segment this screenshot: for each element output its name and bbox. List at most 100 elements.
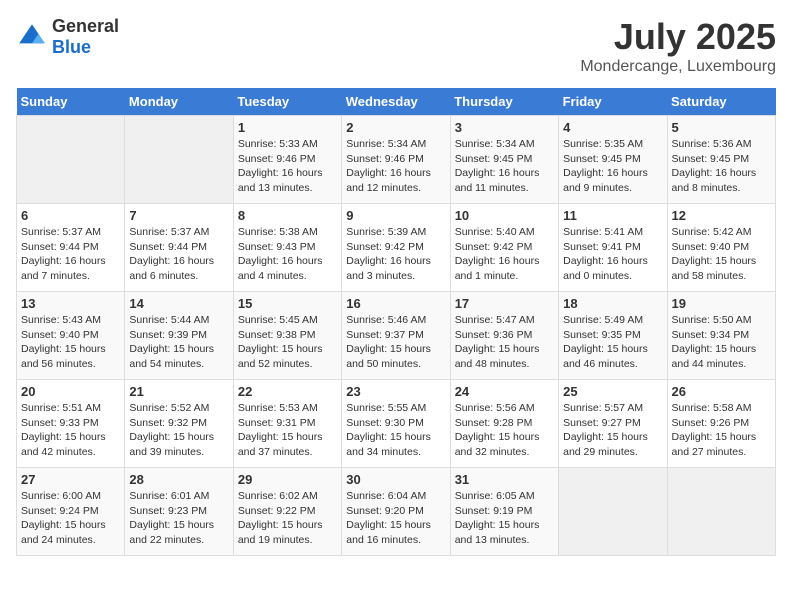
day-info: Sunrise: 5:56 AMSunset: 9:28 PMDaylight:…	[455, 401, 554, 460]
day-info: Sunrise: 6:05 AMSunset: 9:19 PMDaylight:…	[455, 489, 554, 548]
day-info: Sunrise: 5:34 AMSunset: 9:46 PMDaylight:…	[346, 137, 445, 196]
calendar-week-row: 6 Sunrise: 5:37 AMSunset: 9:44 PMDaylight…	[17, 204, 776, 292]
day-number: 22	[238, 384, 337, 399]
calendar-cell: 29 Sunrise: 6:02 AMSunset: 9:22 PMDayligh…	[233, 468, 341, 556]
location-title: Mondercange, Luxembourg	[580, 58, 776, 76]
weekday-header: Tuesday	[233, 88, 341, 116]
day-number: 4	[563, 120, 662, 135]
calendar-cell: 8 Sunrise: 5:38 AMSunset: 9:43 PMDaylight…	[233, 204, 341, 292]
calendar-cell: 26 Sunrise: 5:58 AMSunset: 9:26 PMDayligh…	[667, 380, 775, 468]
day-number: 16	[346, 296, 445, 311]
day-number: 25	[563, 384, 662, 399]
calendar-cell: 31 Sunrise: 6:05 AMSunset: 9:19 PMDayligh…	[450, 468, 558, 556]
day-info: Sunrise: 5:53 AMSunset: 9:31 PMDaylight:…	[238, 401, 337, 460]
day-number: 15	[238, 296, 337, 311]
weekday-header: Wednesday	[342, 88, 450, 116]
day-number: 2	[346, 120, 445, 135]
day-number: 7	[129, 208, 228, 223]
calendar-week-row: 1 Sunrise: 5:33 AMSunset: 9:46 PMDaylight…	[17, 116, 776, 204]
calendar-cell	[667, 468, 775, 556]
day-info: Sunrise: 5:37 AMSunset: 9:44 PMDaylight:…	[129, 225, 228, 284]
calendar-cell: 18 Sunrise: 5:49 AMSunset: 9:35 PMDayligh…	[559, 292, 667, 380]
weekday-header: Friday	[559, 88, 667, 116]
day-info: Sunrise: 5:57 AMSunset: 9:27 PMDaylight:…	[563, 401, 662, 460]
calendar-cell	[17, 116, 125, 204]
calendar-cell: 2 Sunrise: 5:34 AMSunset: 9:46 PMDaylight…	[342, 116, 450, 204]
calendar-cell: 20 Sunrise: 5:51 AMSunset: 9:33 PMDayligh…	[17, 380, 125, 468]
calendar-cell: 28Sunrise: 6:01 AMSunset: 9:23 PMDayligh…	[125, 468, 233, 556]
calendar-cell: 25 Sunrise: 5:57 AMSunset: 9:27 PMDayligh…	[559, 380, 667, 468]
logo-general-text: General	[52, 16, 119, 36]
day-number: 29	[238, 472, 337, 487]
day-info: Sunrise: 5:38 AMSunset: 9:43 PMDaylight:…	[238, 225, 337, 284]
day-number: 14	[129, 296, 228, 311]
day-number: 18	[563, 296, 662, 311]
day-number: 8	[238, 208, 337, 223]
calendar-week-row: 20 Sunrise: 5:51 AMSunset: 9:33 PMDayligh…	[17, 380, 776, 468]
calendar-cell: 21Sunrise: 5:52 AMSunset: 9:32 PMDayligh…	[125, 380, 233, 468]
weekday-header: Monday	[125, 88, 233, 116]
calendar-cell: 9 Sunrise: 5:39 AMSunset: 9:42 PMDaylight…	[342, 204, 450, 292]
day-number: 12	[672, 208, 771, 223]
calendar-table: SundayMondayTuesdayWednesdayThursdayFrid…	[16, 88, 776, 556]
day-info: Sunrise: 5:44 AMSunset: 9:39 PMDaylight:…	[129, 313, 228, 372]
calendar-cell: 16 Sunrise: 5:46 AMSunset: 9:37 PMDayligh…	[342, 292, 450, 380]
day-number: 21	[129, 384, 228, 399]
logo-blue-text: Blue	[52, 37, 91, 57]
day-number: 26	[672, 384, 771, 399]
day-info: Sunrise: 5:33 AMSunset: 9:46 PMDaylight:…	[238, 137, 337, 196]
day-info: Sunrise: 5:41 AMSunset: 9:41 PMDaylight:…	[563, 225, 662, 284]
day-info: Sunrise: 6:00 AMSunset: 9:24 PMDaylight:…	[21, 489, 120, 548]
header: General Blue July 2025 Mondercange, Luxe…	[16, 16, 776, 76]
day-info: Sunrise: 5:36 AMSunset: 9:45 PMDaylight:…	[672, 137, 771, 196]
day-info: Sunrise: 5:49 AMSunset: 9:35 PMDaylight:…	[563, 313, 662, 372]
day-number: 31	[455, 472, 554, 487]
weekday-header: Sunday	[17, 88, 125, 116]
day-number: 27	[21, 472, 120, 487]
day-number: 3	[455, 120, 554, 135]
day-number: 17	[455, 296, 554, 311]
calendar-cell: 15 Sunrise: 5:45 AMSunset: 9:38 PMDayligh…	[233, 292, 341, 380]
day-info: Sunrise: 6:04 AMSunset: 9:20 PMDaylight:…	[346, 489, 445, 548]
logo: General Blue	[16, 16, 119, 58]
day-number: 6	[21, 208, 120, 223]
day-info: Sunrise: 5:47 AMSunset: 9:36 PMDaylight:…	[455, 313, 554, 372]
day-info: Sunrise: 5:51 AMSunset: 9:33 PMDaylight:…	[21, 401, 120, 460]
calendar-cell: 12Sunrise: 5:42 AMSunset: 9:40 PMDayligh…	[667, 204, 775, 292]
day-number: 19	[672, 296, 771, 311]
day-info: Sunrise: 5:35 AMSunset: 9:45 PMDaylight:…	[563, 137, 662, 196]
day-number: 13	[21, 296, 120, 311]
calendar-cell: 14 Sunrise: 5:44 AMSunset: 9:39 PMDayligh…	[125, 292, 233, 380]
day-info: Sunrise: 6:01 AMSunset: 9:23 PMDaylight:…	[129, 489, 228, 548]
month-title: July 2025	[580, 16, 776, 58]
calendar-cell: 5Sunrise: 5:36 AMSunset: 9:45 PMDaylight…	[667, 116, 775, 204]
day-number: 23	[346, 384, 445, 399]
day-info: Sunrise: 5:43 AMSunset: 9:40 PMDaylight:…	[21, 313, 120, 372]
day-info: Sunrise: 5:58 AMSunset: 9:26 PMDaylight:…	[672, 401, 771, 460]
calendar-cell: 10 Sunrise: 5:40 AMSunset: 9:42 PMDayligh…	[450, 204, 558, 292]
weekday-header: Saturday	[667, 88, 775, 116]
logo-icon	[16, 21, 48, 53]
day-info: Sunrise: 5:40 AMSunset: 9:42 PMDaylight:…	[455, 225, 554, 284]
calendar-cell: 7 Sunrise: 5:37 AMSunset: 9:44 PMDaylight…	[125, 204, 233, 292]
day-info: Sunrise: 6:02 AMSunset: 9:22 PMDaylight:…	[238, 489, 337, 548]
day-info: Sunrise: 5:46 AMSunset: 9:37 PMDaylight:…	[346, 313, 445, 372]
day-number: 9	[346, 208, 445, 223]
calendar-cell: 19Sunrise: 5:50 AMSunset: 9:34 PMDayligh…	[667, 292, 775, 380]
day-number: 1	[238, 120, 337, 135]
day-info: Sunrise: 5:45 AMSunset: 9:38 PMDaylight:…	[238, 313, 337, 372]
title-block: July 2025 Mondercange, Luxembourg	[580, 16, 776, 76]
day-info: Sunrise: 5:34 AMSunset: 9:45 PMDaylight:…	[455, 137, 554, 196]
day-number: 20	[21, 384, 120, 399]
day-number: 30	[346, 472, 445, 487]
day-number: 10	[455, 208, 554, 223]
day-info: Sunrise: 5:39 AMSunset: 9:42 PMDaylight:…	[346, 225, 445, 284]
calendar-cell: 6Sunrise: 5:37 AMSunset: 9:44 PMDaylight…	[17, 204, 125, 292]
calendar-week-row: 27 Sunrise: 6:00 AMSunset: 9:24 PMDayligh…	[17, 468, 776, 556]
calendar-cell: 22 Sunrise: 5:53 AMSunset: 9:31 PMDayligh…	[233, 380, 341, 468]
day-number: 11	[563, 208, 662, 223]
calendar-cell: 1 Sunrise: 5:33 AMSunset: 9:46 PMDaylight…	[233, 116, 341, 204]
calendar-week-row: 13 Sunrise: 5:43 AMSunset: 9:40 PMDayligh…	[17, 292, 776, 380]
calendar-cell: 13 Sunrise: 5:43 AMSunset: 9:40 PMDayligh…	[17, 292, 125, 380]
calendar-cell: 4 Sunrise: 5:35 AMSunset: 9:45 PMDaylight…	[559, 116, 667, 204]
